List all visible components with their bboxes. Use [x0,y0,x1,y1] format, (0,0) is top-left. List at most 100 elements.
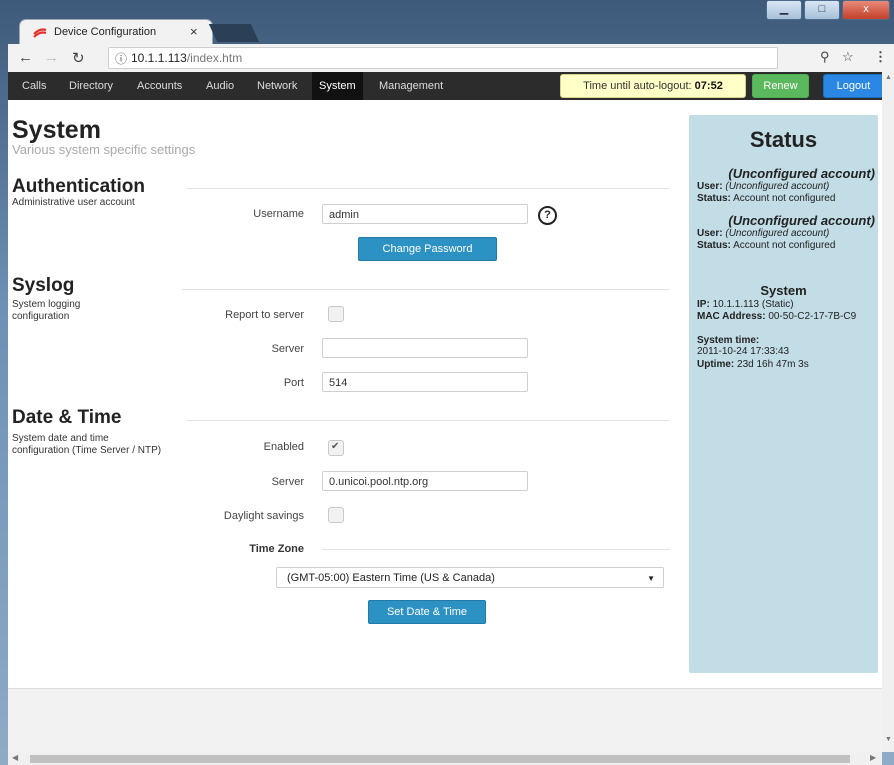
auto-logout-timer: Time until auto-logout: 07:52 [560,74,746,98]
renew-button[interactable]: Renew [752,74,809,98]
url-host: 10.1.1.113 [131,51,187,65]
url-text: 10.1.1.113/index.htm [131,51,242,65]
system-status-heading: System [760,283,807,298]
account-2-status: Status: Account not configured [697,240,835,251]
section-divider [186,420,670,421]
time-zone-value: (GMT-05:00) Eastern Time (US & Canada) [287,572,495,584]
tab-title: Device Configuration [54,26,157,38]
vertical-scrollbar[interactable]: ▲ ▼ [882,72,894,752]
account-2-status-label: Status: [697,240,731,251]
authentication-heading: Authentication [12,176,145,197]
account-2-user: User: (Unconfigured account) [697,228,829,239]
account-1-user: User: (Unconfigured account) [697,181,829,192]
app-navbar: Calls Directory Accounts Audio Network S… [8,72,884,100]
browser-tab[interactable]: Device Configuration × [20,20,212,44]
horizontal-scrollbar[interactable]: ◀ ▶ [8,752,882,765]
ntp-server-label: Server [271,476,304,488]
horizontal-scroll-thumb[interactable] [30,755,850,763]
syslog-server-input[interactable] [322,338,528,358]
nav-calls[interactable]: Calls [15,72,53,100]
scroll-up-icon[interactable]: ▲ [885,74,892,81]
scroll-down-icon[interactable]: ▼ [885,736,892,743]
reload-icon[interactable]: ↻ [72,49,85,67]
page-subtitle: Various system specific settings [12,142,196,157]
menu-icon[interactable]: ⋮ [874,49,887,65]
page-content: System Various system specific settings … [8,100,882,753]
time-zone-heading: Time Zone [249,543,304,555]
ntp-enabled-checkbox[interactable] [328,440,344,456]
window-close-button[interactable]: x [842,0,890,20]
back-icon[interactable]: ← [18,49,33,66]
account-1-status-value: Account not configured [733,193,836,204]
account-1-user-label: User: [697,181,723,192]
date-time-heading: Date & Time [12,407,122,428]
key-icon[interactable]: ⚲ [820,49,830,65]
device-logo-icon [33,28,47,38]
nav-accounts[interactable]: Accounts [130,72,189,100]
browser-window: Device Configuration × ▁ □ x ← → ↻ ⓘ 10.… [0,0,894,765]
change-password-button[interactable]: Change Password [358,237,497,261]
address-bar[interactable]: ⓘ 10.1.1.113/index.htm [108,47,778,69]
info-icon[interactable]: ⓘ [115,50,127,67]
logout-button[interactable]: Logout [823,74,884,98]
browser-toolbar: ← → ↻ ⓘ 10.1.1.113/index.htm ⚲ ☆ ⋮ [8,44,894,73]
account-1-status: Status: Account not configured [697,193,835,204]
report-to-server-label: Report to server [225,309,304,321]
scroll-right-icon[interactable]: ▶ [870,753,876,762]
ntp-server-input[interactable]: 0.unicoi.pool.ntp.org [322,471,528,491]
account-2-user-value: (Unconfigured account) [725,228,830,239]
chevron-down-icon: ▼ [647,574,655,583]
syslog-port-input[interactable]: 514 [322,372,528,392]
maximize-button[interactable]: □ [804,0,840,20]
page-title: System [12,116,101,144]
status-heading: Status [749,127,818,152]
authentication-description: Administrative user account [12,197,135,208]
account-2-user-label: User: [697,228,723,239]
mac-label: MAC Address: [697,311,766,322]
timer-label: Time until auto-logout: [583,80,692,92]
tab-strip: Device Configuration × ▁ □ x [8,0,894,44]
account-1-user-value: (Unconfigured account) [725,181,830,192]
uptime: Uptime: 23d 16h 47m 3s [697,359,809,370]
account-1-status-label: Status: [697,193,731,204]
ip-value: 10.1.1.113 (Static) [712,299,794,310]
username-label: Username [253,208,304,220]
uptime-label: Uptime: [697,359,735,370]
daylight-savings-checkbox[interactable] [328,507,344,523]
ntp-enabled-label: Enabled [263,441,304,453]
nav-system[interactable]: System [312,72,363,100]
report-to-server-checkbox[interactable] [328,306,344,322]
forward-icon[interactable]: → [44,49,59,66]
section-divider [322,549,670,550]
set-date-time-button[interactable]: Set Date & Time [368,600,486,624]
tab-close-icon[interactable]: × [190,24,198,39]
system-time-label: System time: [697,335,760,346]
syslog-heading: Syslog [12,275,75,296]
system-time: System time: 2011-10-24 17:33:43 [697,335,789,357]
mac-value: 00-50-C2-17-7B-C9 [768,311,857,322]
ip-label: IP: [697,299,710,310]
url-path: /index.htm [186,51,243,65]
syslog-server-label: Server [271,343,304,355]
new-tab-button[interactable] [208,24,260,42]
help-icon[interactable]: ? [538,206,557,225]
window-controls: ▁ □ x [766,0,890,20]
ip-address: IP: 10.1.1.113 (Static) [697,299,794,310]
minimize-button[interactable]: ▁ [766,0,802,20]
page-footer-area [8,688,882,753]
nav-audio[interactable]: Audio [199,72,241,100]
scroll-left-icon[interactable]: ◀ [12,753,18,762]
date-time-description: System date and time configuration (Time… [12,433,162,456]
account-1-name: (Unconfigured account) [728,166,875,181]
mac-address: MAC Address: 00-50-C2-17-7B-C9 [697,311,869,322]
bookmark-star-icon[interactable]: ☆ [842,49,854,65]
username-input[interactable]: admin [322,204,528,224]
nav-directory[interactable]: Directory [62,72,120,100]
syslog-description: System logging configuration [12,299,81,322]
uptime-value: 23d 16h 47m 3s [737,359,809,370]
nav-network[interactable]: Network [250,72,304,100]
section-divider [186,188,670,189]
time-zone-select[interactable]: (GMT-05:00) Eastern Time (US & Canada) ▼ [276,567,664,588]
status-panel: Status (Unconfigured account) User: (Unc… [689,115,878,673]
nav-management[interactable]: Management [372,72,450,100]
